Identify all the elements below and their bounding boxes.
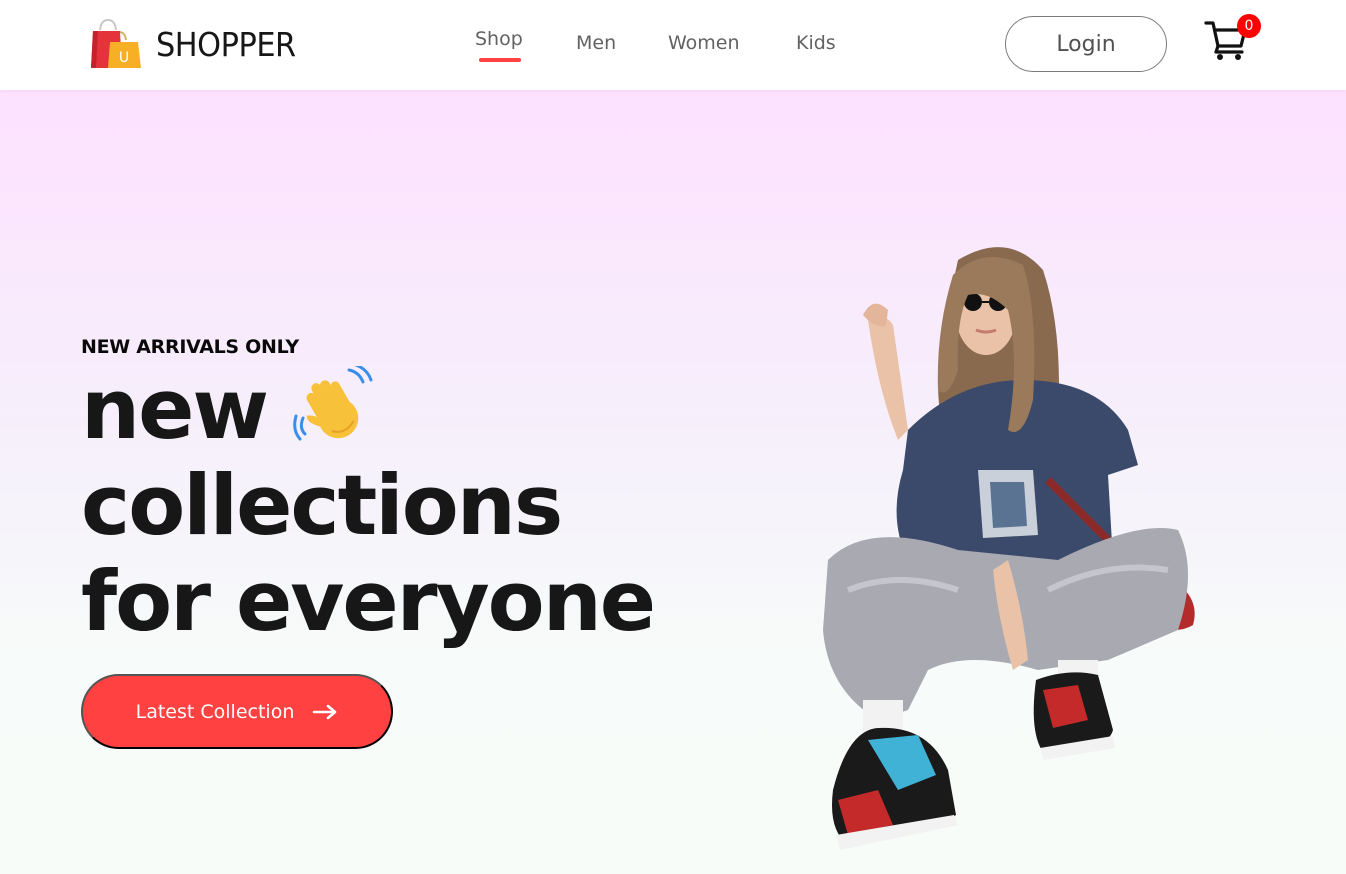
nav-item-shop[interactable]: Shop [475, 28, 523, 50]
waving-hand-icon [293, 366, 373, 441]
hero-headline-line-1: new [81, 361, 269, 458]
navbar: U SHOPPER Shop Men Women Kids Login 0 [0, 0, 1346, 90]
svg-text:U: U [119, 50, 129, 66]
brand-name: SHOPPER [156, 24, 296, 64]
latest-collection-label: Latest Collection [135, 700, 295, 723]
hero-kicker: NEW ARRIVALS ONLY [81, 336, 299, 358]
nav-item-kids[interactable]: Kids [796, 32, 836, 54]
nav-item-women[interactable]: Women [668, 32, 740, 54]
model-photo [823, 247, 1195, 850]
shopping-bag-logo-icon: U [91, 18, 141, 68]
hero-section: NEW ARRIVALS ONLY new collections for ev… [0, 90, 1346, 874]
active-nav-indicator [479, 58, 521, 62]
hero-headline-line-2: collections [81, 457, 563, 554]
page: U SHOPPER Shop Men Women Kids Login 0 NE… [0, 0, 1346, 874]
nav-item-men[interactable]: Men [576, 32, 616, 54]
cart-button[interactable]: 0 [1204, 14, 1262, 64]
latest-collection-button[interactable]: Latest Collection [81, 674, 393, 749]
arrow-right-icon [313, 704, 337, 719]
brand[interactable]: U SHOPPER [88, 16, 308, 72]
cart-count-badge: 0 [1237, 14, 1261, 38]
hero-headline-line-3: for everyone [81, 553, 656, 650]
login-button[interactable]: Login [1005, 16, 1167, 72]
